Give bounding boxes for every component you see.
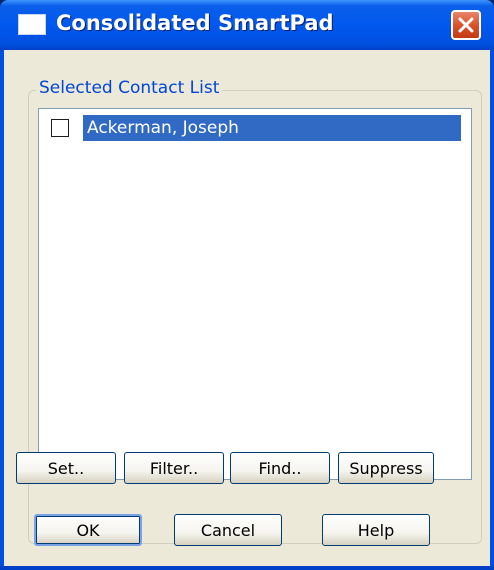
- cancel-button[interactable]: Cancel: [174, 514, 282, 546]
- dialog-body: Selected Contact List Ackerman, Joseph S…: [4, 50, 490, 566]
- ok-button[interactable]: OK: [34, 514, 142, 546]
- contact-checkbox[interactable]: [51, 119, 69, 137]
- contact-listbox[interactable]: Ackerman, Joseph: [38, 108, 472, 480]
- window-border-bottom: [0, 566, 494, 570]
- groupbox-label: Selected Contact List: [36, 78, 223, 98]
- close-button[interactable]: [451, 10, 481, 40]
- dialog-window: Consolidated SmartPad Selected Contact L…: [0, 0, 494, 570]
- set-button[interactable]: Set..: [16, 452, 116, 484]
- window-title: Consolidated SmartPad: [56, 11, 334, 35]
- suppress-button[interactable]: Suppress: [338, 452, 434, 484]
- window-icon: [18, 14, 46, 35]
- window-border-right: [490, 50, 494, 566]
- title-bar[interactable]: Consolidated SmartPad: [0, 0, 494, 50]
- find-button[interactable]: Find..: [230, 452, 330, 484]
- contact-name[interactable]: Ackerman, Joseph: [83, 115, 461, 141]
- close-icon: [458, 17, 474, 33]
- filter-button[interactable]: Filter..: [124, 452, 224, 484]
- help-button[interactable]: Help: [322, 514, 430, 546]
- list-item[interactable]: Ackerman, Joseph: [43, 115, 467, 141]
